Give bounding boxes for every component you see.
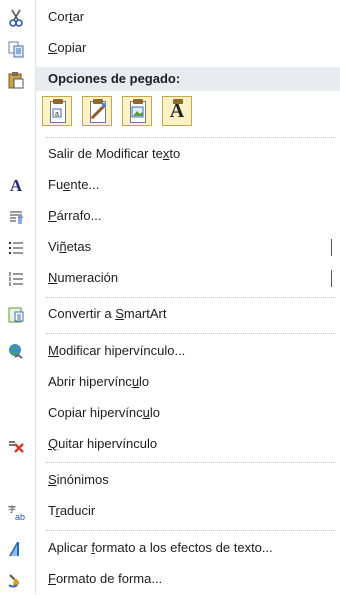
numbering-icon bbox=[5, 268, 27, 290]
menu-item-label: Viñetas bbox=[48, 239, 92, 254]
translate-icon: 字 ab bbox=[5, 501, 27, 523]
separator bbox=[46, 333, 336, 334]
menu-item-open-hyperlink[interactable]: Abrir hipervínculo bbox=[0, 367, 340, 398]
format-shape-icon bbox=[5, 569, 27, 591]
copy-icon bbox=[5, 38, 27, 60]
paragraph-icon bbox=[5, 206, 27, 228]
menu-item-exit-edit-text[interactable]: Salir de Modificar texto bbox=[0, 139, 340, 170]
separator bbox=[46, 530, 336, 531]
bullets-icon bbox=[5, 237, 27, 259]
menu-item-label: Quitar hipervínculo bbox=[48, 436, 158, 451]
menu-item-label: Abrir hipervínculo bbox=[48, 374, 150, 389]
scissors-icon bbox=[5, 7, 27, 29]
svg-text:a: a bbox=[55, 111, 59, 118]
menu-item-label: Copiar bbox=[48, 40, 87, 55]
separator bbox=[46, 137, 336, 138]
menu-item-numbering[interactable]: Numeración bbox=[0, 263, 340, 294]
font-icon: A bbox=[9, 176, 23, 195]
menu-item-label: Modificar hipervínculo... bbox=[48, 343, 186, 358]
smartart-icon bbox=[5, 304, 27, 326]
menu-item-label: Párrafo... bbox=[48, 208, 102, 223]
submenu-arrow-icon bbox=[331, 239, 332, 256]
context-menu: Cortar Copiar Opciones de pegado: a A Sa… bbox=[0, 0, 340, 594]
menu-item-remove-hyperlink[interactable]: Quitar hipervínculo bbox=[0, 429, 340, 460]
paste-options-header: Opciones de pegado: bbox=[36, 67, 340, 91]
menu-item-synonyms[interactable]: Sinónimos bbox=[0, 465, 340, 496]
svg-text:ab: ab bbox=[15, 512, 25, 521]
menu-item-label: Copiar hipervínculo bbox=[48, 405, 161, 420]
menu-item-edit-hyperlink[interactable]: Modificar hipervínculo... bbox=[0, 336, 340, 367]
submenu-arrow-icon bbox=[331, 270, 332, 287]
paste-merge-format-button[interactable] bbox=[82, 96, 112, 126]
menu-item-label: Cortar bbox=[48, 9, 85, 24]
menu-item-convert-smartart[interactable]: Convertir a SmartArt bbox=[0, 299, 340, 330]
hyperlink-globe-icon bbox=[5, 341, 27, 363]
menu-item-label: Numeración bbox=[48, 270, 119, 285]
menu-item-label: Convertir a SmartArt bbox=[48, 306, 167, 321]
menu-item-font[interactable]: A Fuente... bbox=[0, 170, 340, 201]
paste-picture-button[interactable] bbox=[122, 96, 152, 126]
menu-item-cut[interactable]: Cortar bbox=[0, 2, 340, 33]
menu-item-label: Formato de forma... bbox=[48, 571, 163, 586]
menu-item-paragraph[interactable]: Párrafo... bbox=[0, 201, 340, 232]
menu-item-copy-hyperlink[interactable]: Copiar hipervínculo bbox=[0, 398, 340, 429]
separator bbox=[46, 297, 336, 298]
menu-item-label: Aplicar formato a los efectos de texto..… bbox=[48, 540, 273, 555]
menu-item-bullets[interactable]: Viñetas bbox=[0, 232, 340, 263]
paste-text-only-icon: A bbox=[169, 99, 185, 122]
menu-item-label: Traducir bbox=[48, 503, 96, 518]
menu-item-format-shape[interactable]: Formato de forma... bbox=[0, 564, 340, 595]
menu-item-label: Salir de Modificar texto bbox=[48, 146, 181, 161]
clipboard-icon bbox=[5, 69, 27, 91]
menu-item-copy[interactable]: Copiar bbox=[0, 33, 340, 64]
paste-options-label: Opciones de pegado: bbox=[48, 71, 181, 86]
paste-options-buttons: a A bbox=[42, 96, 192, 126]
menu-item-label: Fuente... bbox=[48, 177, 100, 192]
separator bbox=[46, 462, 336, 463]
menu-item-translate[interactable]: 字 ab Traducir bbox=[0, 496, 340, 527]
menu-item-label: Sinónimos bbox=[48, 472, 109, 487]
text-effects-icon bbox=[5, 538, 27, 560]
paste-keep-source-button[interactable]: a bbox=[42, 96, 72, 126]
menu-item-format-text-effects[interactable]: Aplicar formato a los efectos de texto..… bbox=[0, 533, 340, 564]
remove-link-icon bbox=[5, 434, 27, 456]
paste-text-only-button[interactable]: A bbox=[162, 96, 192, 126]
